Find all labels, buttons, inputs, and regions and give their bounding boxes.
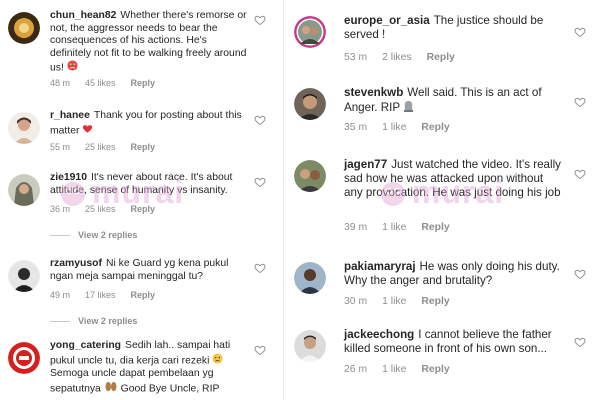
comment-body: jackeechong I cannot believe the father k…	[344, 328, 564, 356]
heart-icon[interactable]	[254, 14, 266, 26]
comment-body: rzamyusof Ni ke Guard yg kena pukul ngan …	[50, 258, 250, 283]
heart-icon[interactable]	[574, 268, 586, 280]
comment-likes[interactable]: 45 likes	[85, 78, 116, 88]
replies-line	[50, 321, 70, 323]
comment-time: 55 m	[50, 142, 71, 152]
comment-meta: 53 m 2 likes Reply	[344, 52, 470, 63]
comment-username[interactable]: zie1910	[50, 172, 87, 183]
heart-icon[interactable]	[254, 344, 266, 356]
view-replies-label: View 2 replies	[78, 316, 138, 326]
comment-likes[interactable]: 25 likes	[85, 142, 116, 152]
avatar[interactable]	[294, 160, 326, 192]
reply-button[interactable]: Reply	[131, 142, 156, 152]
right-comment-column: europe_or_asia The justice should be serv…	[288, 0, 600, 400]
reply-button[interactable]: Reply	[421, 122, 449, 133]
avatar[interactable]	[294, 88, 326, 120]
comment-body: chun_hean82 Whether there's remorse or no…	[50, 10, 250, 76]
reply-button[interactable]: Reply	[421, 364, 449, 375]
comment-time: 53 m	[344, 52, 368, 63]
comment-meta: 35 m 1 like Reply	[344, 122, 465, 133]
sad-face-icon	[212, 353, 223, 369]
comment-username[interactable]: rzamyusof	[50, 258, 102, 269]
comment-time: 49 m	[50, 290, 71, 300]
comment-time: 26 m	[344, 364, 368, 375]
comment-meta: 39 m 1 like Reply	[344, 222, 465, 233]
view-replies-button[interactable]: View 2 replies	[50, 316, 137, 326]
reply-button[interactable]: Reply	[421, 222, 449, 233]
column-divider	[283, 0, 284, 400]
red-heart-icon	[82, 123, 93, 139]
comment-likes[interactable]: 25 likes	[85, 204, 116, 214]
avatar[interactable]	[294, 262, 326, 294]
comment-body: yong_catering Sedih lah.. sampai hati puk…	[50, 340, 250, 396]
comment-body: europe_or_asia The justice should be serv…	[344, 14, 564, 42]
comment-time: 30 m	[344, 296, 368, 307]
reply-button[interactable]: Reply	[131, 290, 156, 300]
comment-body: jagen77 Just watched the video. It's real…	[344, 158, 564, 200]
left-comment-column: chun_hean82 Whether there's remorse or no…	[0, 0, 280, 400]
heart-icon[interactable]	[254, 114, 266, 126]
comment-body: pakiamaryraj He was only doing his duty. …	[344, 260, 564, 288]
avatar[interactable]	[8, 12, 40, 44]
avatar[interactable]	[8, 174, 40, 206]
avatar[interactable]	[8, 112, 40, 144]
avatar[interactable]	[8, 260, 40, 292]
headstone-icon	[403, 100, 414, 116]
comment-time: 35 m	[344, 122, 368, 133]
replies-line	[50, 235, 70, 237]
comment-username[interactable]: europe_or_asia	[344, 14, 430, 27]
comment-likes[interactable]: 1 like	[382, 296, 406, 307]
comment-text: Good Bye Uncle, RIP	[120, 383, 220, 395]
heart-icon[interactable]	[254, 262, 266, 274]
comment-time: 36 m	[50, 204, 71, 214]
comment-meta: 55 m 25 likes Reply	[50, 142, 170, 152]
comment-username[interactable]: yong_catering	[50, 340, 121, 351]
comment-meta: 26 m 1 like Reply	[344, 364, 465, 375]
comment-body: r_hanee Thank you for posting about this …	[50, 110, 250, 138]
praying-hands-icon	[104, 381, 118, 397]
view-replies-label: View 2 replies	[78, 230, 138, 240]
heart-icon[interactable]	[574, 336, 586, 348]
comment-meta: 30 m 1 like Reply	[344, 296, 465, 307]
heart-icon[interactable]	[574, 96, 586, 108]
comment-username[interactable]: stevenkwb	[344, 86, 403, 99]
reply-button[interactable]: Reply	[131, 78, 156, 88]
reply-button[interactable]: Reply	[131, 204, 156, 214]
reply-button[interactable]: Reply	[427, 52, 455, 63]
comment-body: zie1910 It's never about race. It's about…	[50, 172, 250, 197]
comment-username[interactable]: r_hanee	[50, 110, 90, 121]
heart-icon[interactable]	[254, 176, 266, 188]
heart-icon[interactable]	[574, 26, 586, 38]
comment-likes[interactable]: 2 likes	[382, 52, 411, 63]
comment-time: 39 m	[344, 222, 368, 233]
comment-username[interactable]: pakiamaryraj	[344, 260, 416, 273]
comment-username[interactable]: chun_hean82	[50, 10, 116, 21]
comment-likes[interactable]: 1 like	[382, 364, 406, 375]
avatar[interactable]	[294, 330, 326, 362]
comment-likes[interactable]: 17 likes	[85, 290, 116, 300]
avatar[interactable]	[8, 342, 40, 374]
avatar[interactable]	[294, 16, 326, 48]
comment-time: 48 m	[50, 78, 71, 88]
comment-likes[interactable]: 1 like	[382, 222, 406, 233]
comment-likes[interactable]: 1 like	[382, 122, 406, 133]
view-replies-button[interactable]: View 2 replies	[50, 230, 137, 240]
angry-face-icon	[67, 60, 78, 76]
comment-username[interactable]: jackeechong	[344, 328, 414, 341]
comment-meta: 49 m 17 likes Reply	[50, 290, 170, 300]
reply-button[interactable]: Reply	[421, 296, 449, 307]
comment-meta: 36 m 25 likes Reply	[50, 204, 170, 214]
comment-meta: 48 m 45 likes Reply	[50, 78, 170, 88]
comment-username[interactable]: jagen77	[344, 158, 387, 171]
comment-body: stevenkwb Well said. This is an act of An…	[344, 86, 564, 116]
heart-icon[interactable]	[574, 168, 586, 180]
